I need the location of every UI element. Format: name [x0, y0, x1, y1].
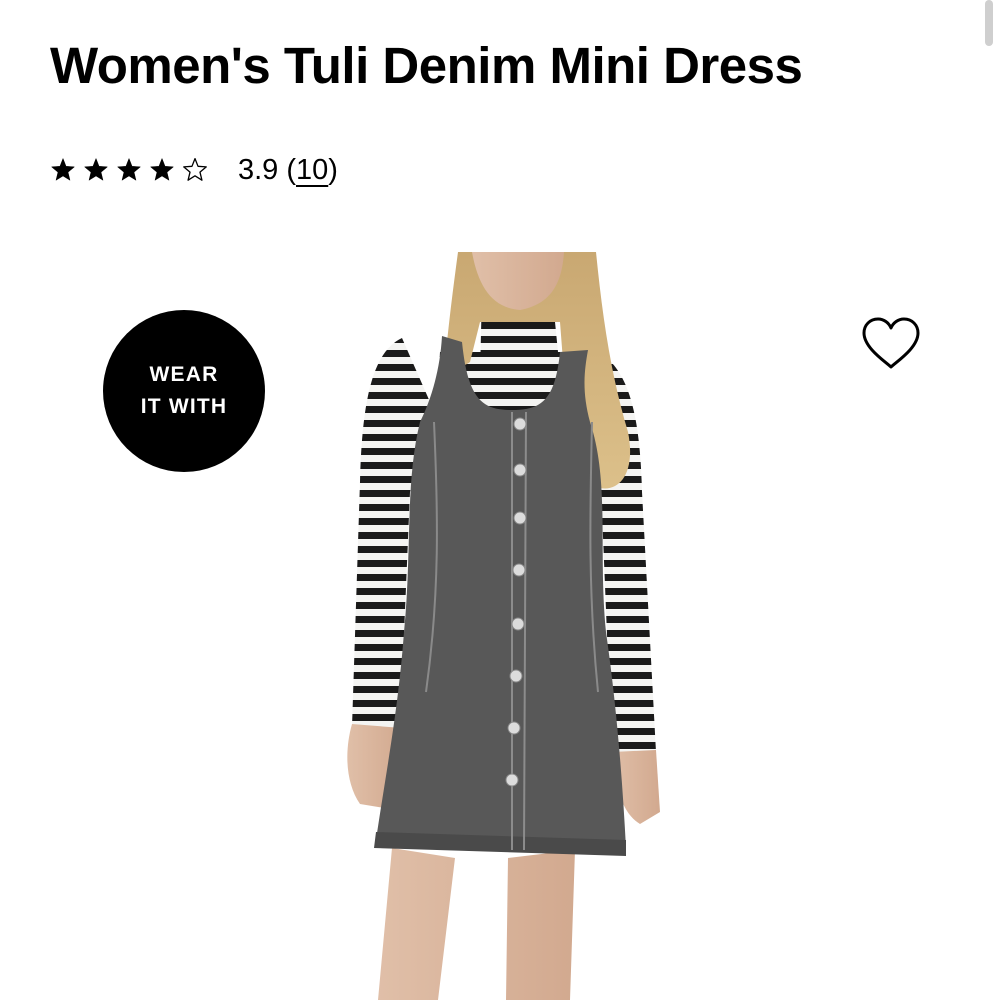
- star-filled-icon: [83, 157, 109, 183]
- wear-it-with-badge[interactable]: WEAR IT WITH: [103, 310, 265, 472]
- wear-badge-line1: WEAR: [149, 363, 219, 386]
- rating-value: 3.9: [238, 153, 279, 186]
- product-title: Women's Tuli Denim Mini Dress: [50, 37, 803, 94]
- scrollbar[interactable]: [985, 0, 993, 46]
- rating-stars: [50, 157, 208, 183]
- review-count[interactable]: 10: [296, 154, 328, 186]
- star-outline-icon: [182, 157, 208, 183]
- star-filled-icon: [116, 157, 142, 183]
- star-filled-icon: [149, 157, 175, 183]
- review-count-link[interactable]: (10): [286, 154, 338, 187]
- review-count-open: (: [286, 153, 296, 186]
- favorite-heart-icon[interactable]: [860, 316, 922, 372]
- legs: [378, 848, 575, 1000]
- star-filled-icon: [50, 157, 76, 183]
- review-count-close: ): [328, 153, 338, 186]
- rating-summary[interactable]: 3.9 (10): [50, 148, 338, 192]
- wear-badge-line2: IT WITH: [140, 395, 228, 418]
